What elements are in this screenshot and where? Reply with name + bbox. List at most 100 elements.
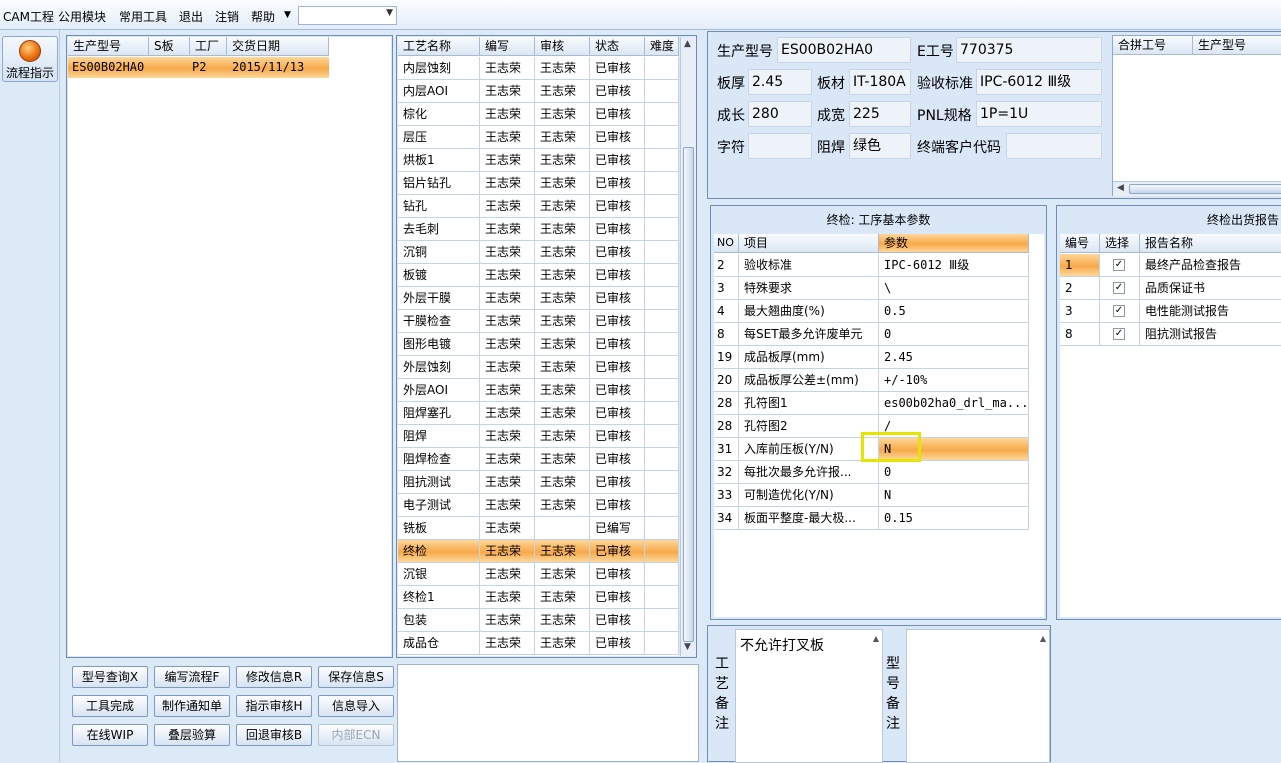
process-reviewer[interactable]: 王志荣 <box>535 218 590 241</box>
process-scrollbar[interactable]: ▲ ▼ <box>680 37 696 656</box>
process-author[interactable]: 王志荣 <box>480 172 535 195</box>
scroll-up-icon[interactable]: ▲ <box>873 634 879 643</box>
process-header-reviewer[interactable]: 审核 <box>535 37 590 56</box>
process-difficulty[interactable] <box>645 287 679 310</box>
params-header-item[interactable]: 项目 <box>739 234 879 253</box>
process-difficulty[interactable] <box>645 517 679 540</box>
param-no[interactable]: 19 <box>714 346 739 369</box>
param-no[interactable]: 32 <box>714 461 739 484</box>
process-author[interactable]: 王志荣 <box>480 379 535 402</box>
model-note-textarea[interactable]: ▲ <box>906 629 1050 763</box>
process-reviewer[interactable]: 王志荣 <box>535 402 590 425</box>
process-name[interactable]: 钻孔 <box>398 195 480 218</box>
process-name[interactable]: 阻焊 <box>398 425 480 448</box>
internal-ecn-button[interactable]: 内部ECN <box>318 724 394 746</box>
process-name[interactable]: 棕化 <box>398 103 480 126</box>
process-reviewer[interactable]: 王志荣 <box>535 609 590 632</box>
process-author[interactable]: 王志荣 <box>480 103 535 126</box>
report-checkbox[interactable]: ✓ <box>1113 259 1125 271</box>
process-difficulty[interactable] <box>645 379 679 402</box>
param-no[interactable]: 28 <box>714 392 739 415</box>
report-checkbox[interactable]: ✓ <box>1113 282 1125 294</box>
process-author[interactable]: 王志荣 <box>480 57 535 80</box>
process-name[interactable]: 阻焊检查 <box>398 448 480 471</box>
thickness-field[interactable]: 2.45 <box>748 69 812 95</box>
process-header-name[interactable]: 工艺名称 <box>398 37 480 56</box>
menu-exit[interactable]: 退出 <box>179 8 203 25</box>
process-status[interactable]: 已审核 <box>590 379 645 402</box>
reports-header-name[interactable]: 报告名称 <box>1140 234 1281 253</box>
process-author[interactable]: 王志荣 <box>480 425 535 448</box>
craft-note-textarea[interactable]: 不允许打叉板 ▲ <box>735 629 883 763</box>
process-difficulty[interactable] <box>645 425 679 448</box>
param-value[interactable]: \ <box>879 277 1029 300</box>
flow-indicator-button[interactable]: 流程指示 <box>2 36 58 82</box>
process-author[interactable]: 王志荣 <box>480 287 535 310</box>
write-flow-button[interactable]: 编写流程F <box>154 666 230 688</box>
report-name[interactable]: 最终产品检查报告 <box>1140 254 1281 277</box>
process-status[interactable]: 已审核 <box>590 494 645 517</box>
param-value[interactable]: es00b02ha0_drl_ma... <box>879 392 1029 415</box>
param-item[interactable]: 入库前压板(Y/N) <box>739 438 879 461</box>
process-reviewer[interactable]: 王志荣 <box>535 379 590 402</box>
process-author[interactable]: 王志荣 <box>480 80 535 103</box>
report-no[interactable]: 1 <box>1060 254 1100 277</box>
process-status[interactable]: 已审核 <box>590 471 645 494</box>
param-item[interactable]: 特殊要求 <box>739 277 879 300</box>
process-author[interactable]: 王志荣 <box>480 126 535 149</box>
process-author[interactable]: 王志荣 <box>480 333 535 356</box>
process-difficulty[interactable] <box>645 563 679 586</box>
orders-header-s[interactable]: S板 <box>149 37 190 56</box>
process-status[interactable]: 已审核 <box>590 632 645 655</box>
param-item[interactable]: 板面平整度-最大极... <box>739 507 879 530</box>
process-difficulty[interactable] <box>645 609 679 632</box>
process-name[interactable]: 终检1 <box>398 586 480 609</box>
process-name[interactable]: 层压 <box>398 126 480 149</box>
process-difficulty[interactable] <box>645 402 679 425</box>
params-header-no[interactable]: NO <box>714 234 739 253</box>
process-name[interactable]: 电子测试 <box>398 494 480 517</box>
process-author[interactable]: 王志荣 <box>480 310 535 333</box>
param-no[interactable]: 20 <box>714 369 739 392</box>
param-item[interactable]: 成品板厚公差±(mm) <box>739 369 879 392</box>
process-author[interactable]: 王志荣 <box>480 195 535 218</box>
param-value[interactable]: 2.45 <box>879 346 1029 369</box>
process-author[interactable]: 王志荣 <box>480 632 535 655</box>
scroll-left-icon[interactable]: ◀ <box>1117 183 1124 193</box>
process-author[interactable]: 王志荣 <box>480 448 535 471</box>
process-header-difficulty[interactable]: 难度 <box>645 37 679 56</box>
process-reviewer[interactable]: 王志荣 <box>535 241 590 264</box>
make-notice-button[interactable]: 制作通知单 <box>154 695 230 717</box>
param-item[interactable]: 成品板厚(mm) <box>739 346 879 369</box>
e-number-field[interactable]: 770375 <box>956 37 1102 63</box>
report-checkbox[interactable]: ✓ <box>1113 305 1125 317</box>
process-name[interactable]: 外层干膜 <box>398 287 480 310</box>
process-reviewer[interactable]: 王志荣 <box>535 57 590 80</box>
menu-cam[interactable]: CAM工程 <box>3 8 54 25</box>
process-status[interactable]: 已审核 <box>590 103 645 126</box>
param-item[interactable]: 每SET最多允许废单元 <box>739 323 879 346</box>
process-status[interactable]: 已编写 <box>590 517 645 540</box>
process-status[interactable]: 已审核 <box>590 218 645 241</box>
process-author[interactable]: 王志荣 <box>480 494 535 517</box>
process-reviewer[interactable]: 王志荣 <box>535 425 590 448</box>
model-field[interactable]: ES00B02HA0 <box>777 37 911 63</box>
process-scroll-thumb[interactable] <box>683 147 694 642</box>
process-status[interactable]: 已审核 <box>590 241 645 264</box>
process-author[interactable]: 王志荣 <box>480 586 535 609</box>
process-reviewer[interactable]: 王志荣 <box>535 586 590 609</box>
process-name[interactable]: 沉铜 <box>398 241 480 264</box>
approve-instruction-button[interactable]: 指示审核H <box>236 695 312 717</box>
process-status[interactable]: 已审核 <box>590 448 645 471</box>
process-header-author[interactable]: 编写 <box>480 37 535 56</box>
param-no[interactable]: 33 <box>714 484 739 507</box>
process-reviewer[interactable]: 王志荣 <box>535 471 590 494</box>
process-name[interactable]: 板镀 <box>398 264 480 287</box>
process-status[interactable]: 已审核 <box>590 195 645 218</box>
merge-hscrollbar[interactable]: ◀ <box>1113 181 1281 196</box>
process-status[interactable]: 已审核 <box>590 57 645 80</box>
process-difficulty[interactable] <box>645 126 679 149</box>
modify-info-button[interactable]: 修改信息R <box>236 666 312 688</box>
param-value[interactable]: N <box>879 484 1029 507</box>
process-name[interactable]: 去毛刺 <box>398 218 480 241</box>
